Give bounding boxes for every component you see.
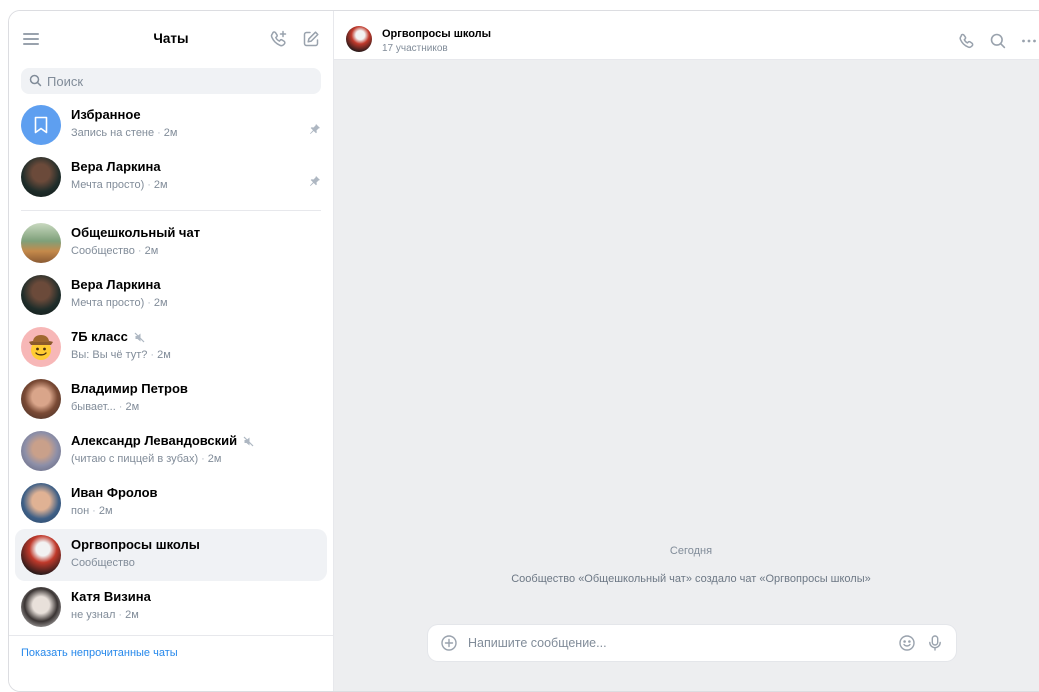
search-field[interactable] (21, 68, 321, 94)
chat-name: Александр Левандовский (71, 433, 254, 448)
message-composer (428, 625, 956, 661)
chat-preview: (читаю с пиццей в зубах) · 2м (71, 453, 222, 465)
mute-icon (134, 332, 145, 343)
chat-preview: бывает... · 2м (71, 401, 140, 413)
chat-name: Вера Ларкина (71, 277, 161, 292)
chat-name: Иван Фролов (71, 485, 158, 500)
microphone-icon[interactable] (926, 634, 944, 652)
chat-item-vera[interactable]: Вера Ларкина Мечта просто) · 2м (15, 269, 327, 321)
messenger-window: Чаты Поиск Избранное Запись на стене · 2… (8, 10, 1039, 692)
conversation-avatar[interactable] (346, 26, 372, 52)
avatar (21, 327, 61, 367)
chat-preview: Сообщество (71, 557, 135, 569)
avatar (21, 431, 61, 471)
chat-name: Вера Ларкина (71, 159, 161, 174)
chat-item-vera-pinned[interactable]: Вера Ларкина Мечта просто) · 2м (15, 151, 327, 203)
avatar (21, 587, 61, 627)
avatar (21, 223, 61, 263)
chat-item-school-org-questions[interactable]: Оргвопросы школы Сообщество (15, 529, 327, 581)
chat-preview: Вы: Вы чё тут? · 2м (71, 349, 171, 361)
participants-count[interactable]: 17 участников (382, 43, 448, 54)
chat-item-aleksandr-levandovsky[interactable]: Александр Левандовский (читаю с пиццей в… (15, 425, 327, 477)
conversation-title[interactable]: Оргвопросы школы (382, 28, 491, 40)
chat-preview: не узнал · 2м (71, 609, 139, 621)
conversation-pane: Оргвопросы школы 17 участников Сегодня С… (334, 11, 1039, 691)
chat-name: Общешкольный чат (71, 225, 201, 240)
chat-item-katya-vizina[interactable]: Катя Визина не узнал · 2м (15, 581, 327, 633)
phone-icon[interactable] (958, 32, 976, 50)
mute-icon (243, 436, 254, 447)
chat-name: Избранное (71, 107, 141, 122)
chat-name: Оргвопросы школы (71, 537, 200, 552)
emoji-icon[interactable] (898, 634, 916, 652)
search-input[interactable] (47, 68, 307, 94)
chat-preview: Мечта просто) · 2м (71, 297, 168, 309)
chat-item-vladimir-petrov[interactable]: Владимир Петров бывает... · 2м (15, 373, 327, 425)
bookmark-icon (34, 116, 48, 134)
chat-item-7b-class[interactable]: 7Б класс Вы: Вы чё тут? · 2м (15, 321, 327, 373)
chat-item-school-chat[interactable]: Общешкольный чат Сообщество · 2м (15, 217, 327, 269)
pinned-divider (21, 210, 321, 211)
chat-item-ivan-frolov[interactable]: Иван Фролов пон · 2м (15, 477, 327, 529)
avatar (21, 275, 61, 315)
avatar (21, 157, 61, 197)
avatar (21, 105, 61, 145)
compose-icon[interactable] (301, 29, 321, 49)
message-input[interactable] (468, 625, 888, 661)
pin-icon (310, 176, 320, 186)
more-icon[interactable] (1020, 32, 1038, 50)
chat-preview: Сообщество · 2м (71, 245, 159, 257)
add-attachment-icon[interactable] (440, 634, 458, 652)
conversation-header: Оргвопросы школы 17 участников (334, 11, 1039, 60)
chat-name: 7Б класс (71, 329, 145, 344)
sidebar-footer: Показать непрочитанные чаты (9, 635, 333, 691)
chat-name: Владимир Петров (71, 381, 188, 396)
add-call-icon[interactable] (269, 29, 289, 49)
avatar (21, 379, 61, 419)
chat-item-favorites[interactable]: Избранное Запись на стене · 2м (15, 99, 327, 151)
search-icon (29, 74, 42, 87)
chat-list-sidebar: Чаты Поиск Избранное Запись на стене · 2… (9, 11, 334, 691)
chat-preview: Мечта просто) · 2м (71, 179, 168, 191)
avatar (21, 483, 61, 523)
system-message: Сообщество «Общешкольный чат» создало ча… (511, 573, 871, 585)
pin-icon (310, 124, 320, 134)
emoji-avatar-icon (29, 335, 53, 360)
show-unread-chats-link[interactable]: Показать непрочитанные чаты (21, 647, 178, 659)
date-separator: Сегодня (669, 545, 713, 557)
sidebar-header: Чаты (9, 11, 333, 67)
chat-preview: пон · 2м (71, 505, 113, 517)
avatar (21, 535, 61, 575)
chat-name: Катя Визина (71, 589, 151, 604)
chat-preview: Запись на стене · 2м (71, 127, 178, 139)
search-icon[interactable] (989, 32, 1007, 50)
